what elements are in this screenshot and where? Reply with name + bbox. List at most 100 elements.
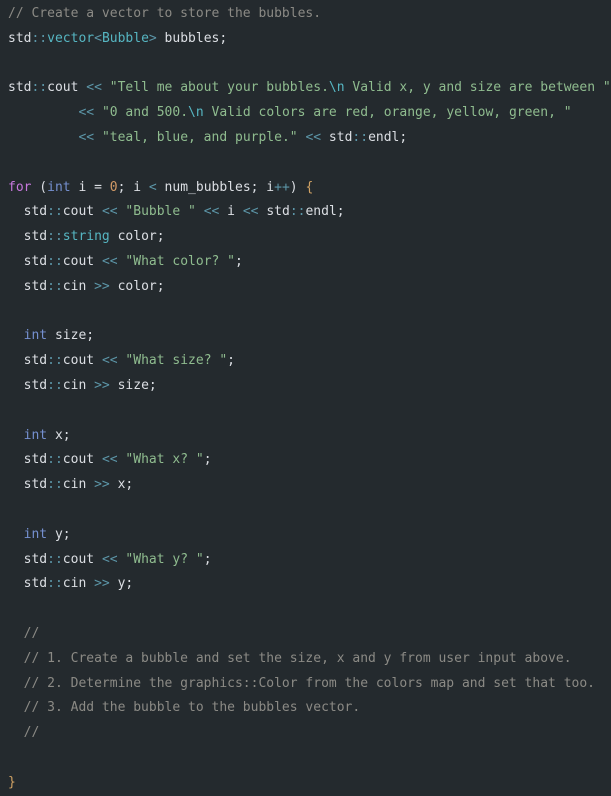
code-token: for <box>8 179 32 195</box>
code-token: // 3. Add the bubble to the bubbles vect… <box>8 700 361 716</box>
code-token: << <box>101 452 118 468</box>
code-token: ; <box>203 452 212 468</box>
code-token: int <box>23 526 48 542</box>
code-token: // <box>8 725 40 741</box>
code-token: :: <box>47 377 63 393</box>
code-token: "What size? " <box>125 353 228 369</box>
code-line: std::cin >> x; <box>8 473 611 498</box>
code-token: } <box>8 774 16 790</box>
code-token: :: <box>352 129 369 145</box>
code-token: i = <box>70 179 110 195</box>
code-token: ; <box>227 353 235 369</box>
code-token: cin <box>62 477 95 493</box>
code-token: size; <box>109 377 157 393</box>
code-token: bubbles; <box>156 30 228 46</box>
code-token: cout <box>62 452 102 468</box>
code-token: \n <box>188 105 204 121</box>
code-token: > <box>148 30 157 46</box>
code-token: vector <box>47 30 95 46</box>
code-token: std <box>8 204 48 220</box>
code-token: string <box>62 229 110 245</box>
code-token: std <box>8 278 48 294</box>
code-token: cout <box>62 353 102 369</box>
code-token: x; <box>47 427 71 443</box>
code-token: std <box>258 204 290 220</box>
code-line: std::vector<Bubble> bubbles; <box>8 27 611 52</box>
code-line: << "teal, blue, and purple." << std::end… <box>8 126 611 151</box>
code-token: std <box>8 477 48 493</box>
code-token: std <box>8 229 48 245</box>
code-token: ; i <box>117 179 149 195</box>
code-token: // <box>8 625 40 641</box>
code-token: >> <box>94 278 110 294</box>
code-content[interactable]: // Create a vector to store the bubbles.… <box>0 0 611 796</box>
code-line: std::cin >> size; <box>8 374 611 399</box>
code-token: >> <box>94 477 110 493</box>
code-token: ) <box>289 179 306 195</box>
code-line: // 3. Add the bubble to the bubbles vect… <box>8 696 611 721</box>
code-token: << <box>78 105 95 121</box>
code-line: int size; <box>8 324 611 349</box>
code-token: x; <box>109 477 134 493</box>
code-token: y; <box>109 576 134 592</box>
code-line: } <box>8 771 611 796</box>
code-token: 0 and 500. <box>109 105 189 121</box>
code-line: std::string color; <box>8 225 611 250</box>
code-token: :: <box>47 576 63 592</box>
code-token: >> <box>94 377 110 393</box>
code-token: std <box>8 452 48 468</box>
code-token: :: <box>31 30 48 46</box>
code-editor[interactable]: // Create a vector to store the bubbles.… <box>0 0 611 790</box>
code-token: int <box>23 328 48 344</box>
code-line: int x; <box>8 424 611 449</box>
code-token: :: <box>47 253 63 269</box>
code-line: // <box>8 721 611 746</box>
code-token: >> <box>94 576 110 592</box>
code-token: < <box>94 30 102 46</box>
code-token: cin <box>62 278 95 294</box>
code-token: :: <box>47 204 63 220</box>
code-token: "Bubble " <box>125 204 196 220</box>
code-token: < <box>148 179 157 195</box>
code-line: // 1. Create a bubble and set the size, … <box>8 647 611 672</box>
code-token: int <box>47 179 71 195</box>
code-token: cout <box>47 80 87 96</box>
code-token: cout <box>62 551 102 567</box>
code-line: std::cin >> y; <box>8 572 611 597</box>
code-token: ++ <box>274 179 290 195</box>
code-token: ( <box>31 179 48 195</box>
code-token: std <box>8 353 48 369</box>
code-token: Valid x, y and size are between " <box>344 80 611 96</box>
code-line: std::cout << "Bubble " << i << std::endl… <box>8 200 611 225</box>
code-token: :: <box>47 551 63 567</box>
code-token: ; <box>203 551 212 567</box>
code-line: std::cout << "What size? "; <box>8 349 611 374</box>
code-token: :: <box>47 353 63 369</box>
code-token: :: <box>47 278 63 294</box>
code-token: << <box>101 204 118 220</box>
code-line: int y; <box>8 523 611 548</box>
code-token: ; <box>235 253 243 269</box>
code-token: "What y? " <box>125 551 204 567</box>
code-token: << <box>242 204 259 220</box>
code-token: int <box>23 427 48 443</box>
code-line: std::cout << "Tell me about your bubbles… <box>8 76 611 101</box>
code-token: << <box>101 253 118 269</box>
code-token: << <box>101 551 118 567</box>
code-token: std <box>8 576 48 592</box>
code-token: size; <box>47 328 95 344</box>
code-token: i <box>219 204 243 220</box>
code-token: std <box>321 129 353 145</box>
code-token: Valid colors are red, orange, yellow, gr… <box>203 105 572 121</box>
code-token: y; <box>47 526 71 542</box>
code-line: std::cout << "What y? "; <box>8 548 611 573</box>
code-line: // Create a vector to store the bubbles. <box>8 2 611 27</box>
